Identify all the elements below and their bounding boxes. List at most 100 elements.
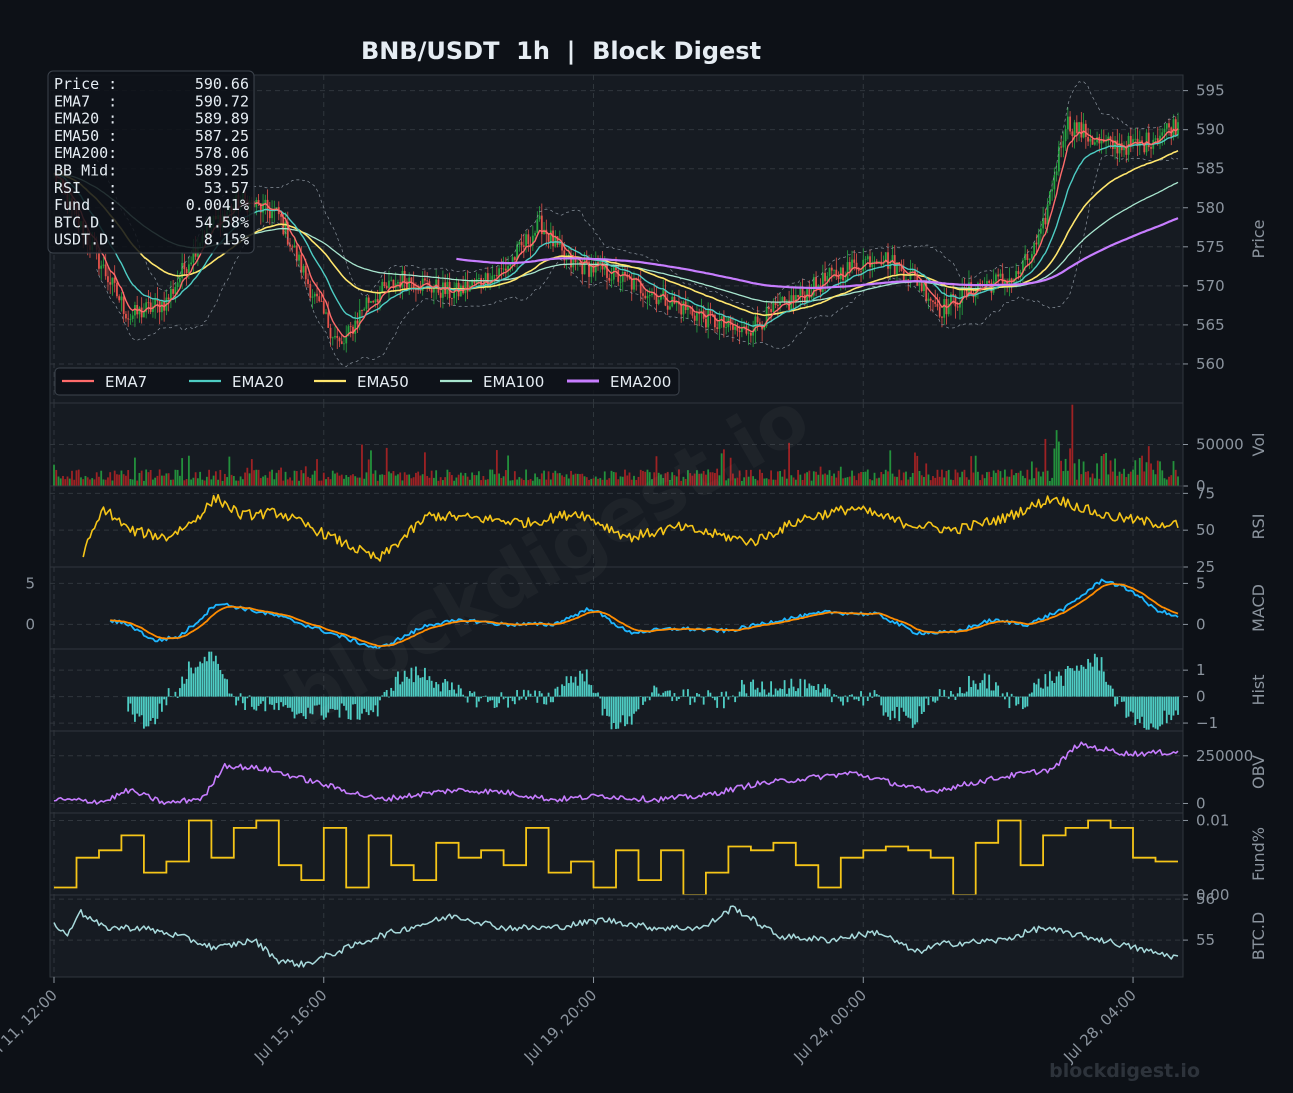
- volume-bar: [916, 455, 919, 486]
- hist-bar: [574, 676, 577, 697]
- hist-bar: [174, 691, 177, 697]
- hist-bar: [648, 696, 651, 701]
- y-tick-label: 50: [1196, 521, 1215, 539]
- hist-bar: [444, 679, 447, 697]
- volume-bar: [1165, 479, 1168, 486]
- candle-body: [731, 324, 734, 330]
- candle-body: [107, 276, 109, 283]
- hist-bar: [693, 696, 696, 703]
- hist-bar: [592, 692, 595, 697]
- hist-bar: [914, 696, 916, 725]
- candle-body: [1066, 116, 1069, 130]
- hist-bar: [192, 673, 195, 697]
- hist-bar: [495, 696, 498, 708]
- candle-body: [149, 302, 152, 312]
- volume-bar: [221, 480, 224, 486]
- volume-bar: [246, 467, 249, 486]
- candle-body: [799, 287, 802, 298]
- hist-bar: [140, 696, 143, 716]
- hist-bar: [756, 687, 759, 697]
- volume-bar: [1044, 438, 1047, 486]
- volume-bar: [842, 478, 844, 486]
- volume-bar: [527, 480, 530, 486]
- candle-body: [1087, 136, 1089, 142]
- y-tick-label: −1: [1196, 714, 1218, 732]
- candle-body: [1165, 123, 1168, 129]
- volume-bar: [1120, 473, 1123, 486]
- candle-body: [1129, 135, 1132, 146]
- candle-body: [648, 295, 651, 297]
- candle-body: [815, 277, 817, 288]
- hist-bar: [995, 682, 997, 697]
- volume-bar: [1066, 470, 1069, 486]
- hist-bar: [1116, 696, 1119, 705]
- hist-bar: [873, 690, 876, 697]
- hist-bar: [169, 696, 172, 697]
- candle-body: [920, 283, 923, 292]
- volume-bar: [1035, 467, 1038, 486]
- volume-bar: [1048, 480, 1051, 486]
- candle-body: [520, 241, 523, 246]
- volume-bar: [275, 472, 278, 486]
- hist-bar: [248, 695, 251, 697]
- candle-body: [934, 301, 937, 304]
- hist-bar: [511, 696, 514, 702]
- candle-body: [538, 215, 541, 220]
- hist-bar: [500, 692, 503, 697]
- candle-body: [522, 245, 525, 247]
- hist-bar: [1136, 696, 1139, 720]
- candle-body: [693, 315, 696, 321]
- y-tick-label: 570: [1196, 277, 1225, 295]
- hist-bar: [673, 693, 676, 697]
- volume-bar: [826, 474, 829, 486]
- volume-bar: [889, 450, 892, 486]
- hist-bar: [621, 696, 624, 716]
- volume-bar: [336, 472, 339, 486]
- hist-bar: [527, 690, 530, 697]
- hist-bar: [493, 696, 496, 708]
- hist-bar: [1163, 696, 1166, 711]
- hist-bar: [462, 694, 465, 697]
- legend: EMA7 EMA20 EMA50 EMA100 EMA200: [54, 367, 680, 396]
- volume-bar: [264, 475, 267, 486]
- hist-bar: [977, 689, 979, 697]
- panel-obv: 0 250000OBV: [49, 730, 1268, 814]
- volume-bar: [902, 472, 905, 486]
- hist-bar: [1015, 696, 1018, 706]
- hist-bar: [925, 696, 928, 699]
- candle-body: [619, 281, 622, 283]
- volume-bar: [439, 477, 442, 486]
- volume-bar: [1125, 477, 1128, 486]
- volume-bar: [140, 470, 143, 486]
- candle-body: [938, 306, 941, 317]
- candle-body: [576, 262, 579, 264]
- candle-body: [547, 234, 550, 242]
- hist-bar: [131, 696, 134, 715]
- volume-bar: [244, 472, 246, 486]
- volume-bar: [898, 469, 901, 486]
- y-tick-label: 595: [1196, 82, 1225, 100]
- info-value: 0.0041%: [186, 196, 249, 214]
- hist-bar: [900, 696, 903, 708]
- volume-bar: [131, 479, 134, 486]
- hist-bar: [893, 696, 896, 719]
- hist-bar: [264, 696, 267, 712]
- candle-body: [143, 312, 145, 318]
- volume-bar: [370, 450, 372, 486]
- hist-bar: [448, 690, 451, 697]
- y-tick-label: 580: [1196, 199, 1225, 217]
- hist-bar: [853, 696, 856, 700]
- candle-body: [298, 254, 300, 261]
- candle-body: [388, 280, 390, 289]
- volume-bar: [783, 469, 786, 486]
- hist-bar: [862, 696, 865, 706]
- candle-body: [952, 294, 955, 296]
- volume-bar: [1145, 462, 1148, 486]
- hist-bar: [271, 696, 273, 705]
- candle-body: [1069, 116, 1071, 132]
- volume-bar: [1004, 469, 1006, 486]
- volume-bar: [945, 470, 948, 486]
- candle-body: [518, 241, 521, 245]
- candle-body: [307, 279, 309, 284]
- hist-bar: [651, 692, 653, 697]
